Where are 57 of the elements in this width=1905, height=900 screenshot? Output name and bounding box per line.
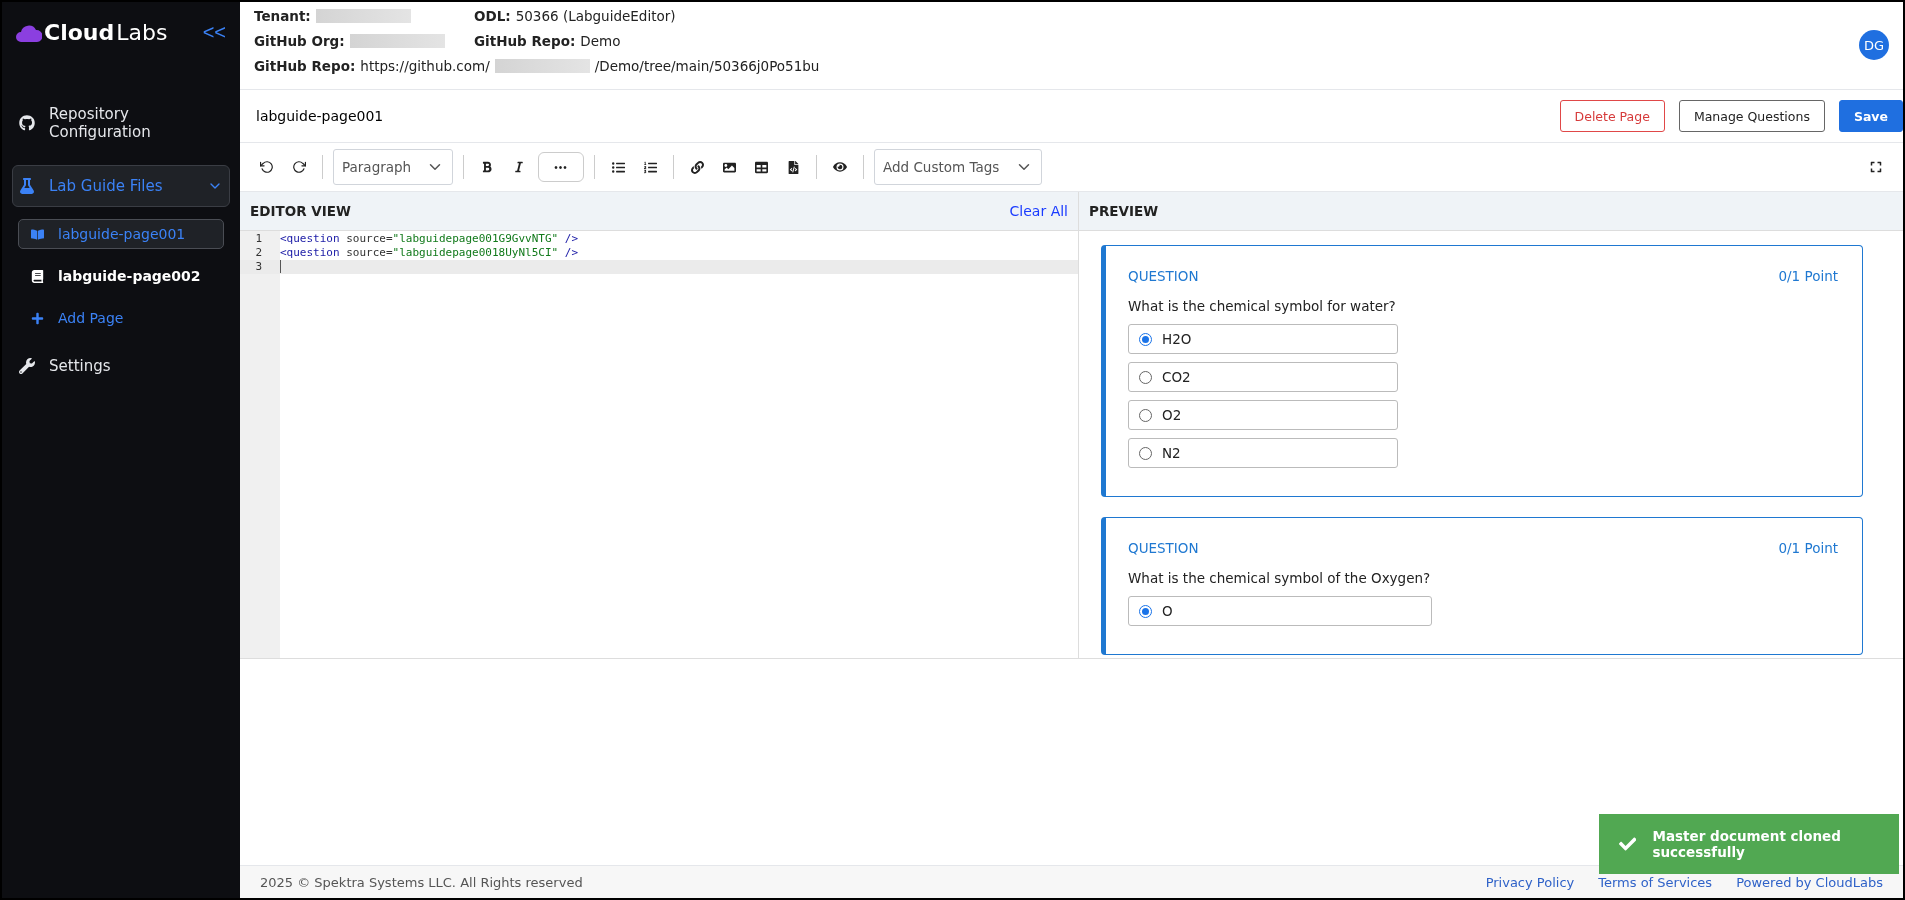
field-value: https://github.com/ [360,58,490,74]
field-value: /Demo/tree/main/50366j0Po51bu [594,58,820,74]
github-icon [19,115,35,131]
field-value: 50366 (LabguideEditor) [515,8,676,24]
user-avatar[interactable]: DG [1859,30,1889,60]
sidebar-item[interactable]: Settings [12,345,230,387]
line-number: 1 [254,232,262,246]
flask-icon [19,178,35,194]
action-button[interactable]: Save [1838,100,1903,132]
sidebar-item[interactable]: Lab Guide Files [12,165,230,207]
clear-all-link[interactable]: Clear All [1009,203,1068,219]
line-number: 3 [254,260,262,274]
answer-option[interactable]: H2O [1128,324,1398,354]
copyright-text: 2025 © Spektra Systems LLC. All Rights reserved [260,874,583,890]
answer-option[interactable]: CO2 [1128,362,1398,392]
text-cursor [280,260,281,273]
sidebar-item[interactable]: Repository Configuration [12,93,230,153]
wrench-icon [19,358,35,374]
answer-option[interactable]: O2 [1128,400,1398,430]
points-label: 0/1 Point [1778,540,1838,556]
footer-link[interactable]: Privacy Policy [1485,874,1575,890]
question-text: What is the chemical symbol for water? [1128,298,1397,314]
pane-title: PREVIEW [1089,203,1159,219]
book-icon [31,227,44,241]
question-label: QUESTION [1128,540,1199,556]
more-button[interactable]: ••• [538,152,584,182]
footer-link[interactable]: Powered by CloudLabs [1736,874,1883,890]
code-editor[interactable]: 1 <question source="labguidepage001G9GvvNTG" /> 2 <question source="labguidepage0018UyNl5CI" /> 3 [240,231,1078,658]
pane-title: EDITOR VIEW [250,203,351,219]
field-label: ODL: [474,8,511,24]
code-line: <question source="labguidepage001G9GvvNTG" /> [280,232,579,246]
points-label: 0/1 Point [1778,268,1838,284]
page-title: labguide-page001 [256,108,384,124]
paragraph-dropdown[interactable]: Paragraph [333,149,453,185]
code-line: <question source="labguidepage0018UyNl5CI" /> [280,246,579,260]
book-icon [31,269,44,283]
field-label: Tenant: [254,8,311,24]
cloudlabs-logo: Cloud Labs [16,20,168,45]
plus-icon [31,311,44,325]
answer-option[interactable]: O [1128,596,1432,626]
answer-option[interactable]: N2 [1128,438,1398,468]
question-label: QUESTION [1128,268,1199,284]
action-button[interactable]: Manage Questions [1678,100,1825,132]
action-button[interactable]: Delete Page [1559,100,1665,132]
field-label: GitHub Repo: [474,33,576,49]
footer-link[interactable]: Terms of Services [1598,874,1713,890]
sidebar-subitem[interactable]: labguide-page001 [18,219,224,249]
sidebar-subitem[interactable]: Add Page [18,303,224,333]
field-value: Demo [580,33,621,49]
question-text: What is the chemical symbol of the Oxygen? [1128,570,1432,586]
custom-tags-dropdown[interactable]: Add Custom Tags [874,149,1042,185]
line-number: 2 [254,246,262,260]
collapse-button[interactable]: << [202,21,226,44]
sidebar-subitem[interactable]: labguide-page002 [18,261,224,291]
field-label: GitHub Org: [254,33,345,49]
field-label: GitHub Repo: [254,58,356,74]
toast-message: Master document cloned successfully [1652,828,1842,860]
